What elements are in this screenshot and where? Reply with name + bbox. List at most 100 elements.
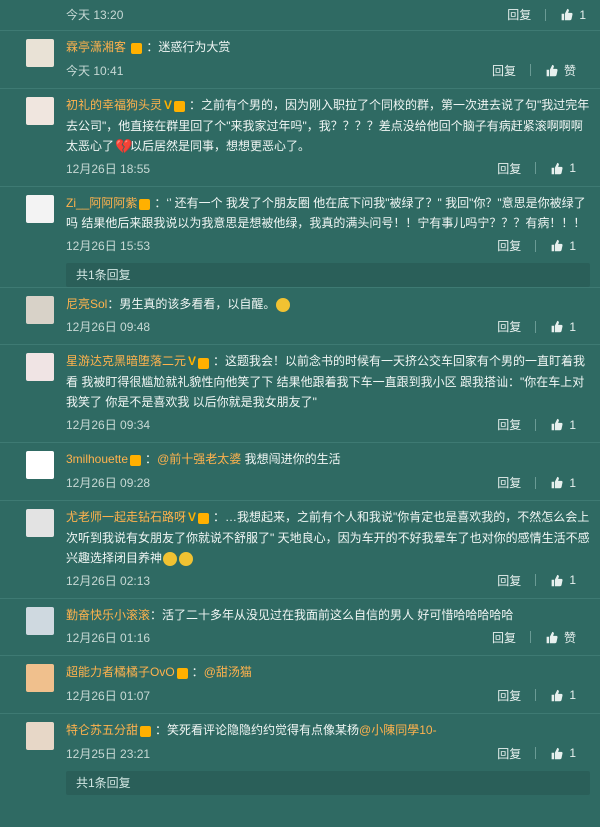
- username[interactable]: 尼亮Sol: [66, 297, 107, 311]
- like-button[interactable]: 1: [560, 8, 586, 22]
- vip-badge-icon: [140, 721, 153, 741]
- like-button[interactable]: 赞: [545, 629, 576, 646]
- comment-item: 勤奋快乐小滚滚：活了二十多年从没见过在我面前这么自信的男人 好可惜哈哈哈哈哈 1…: [0, 597, 600, 655]
- mention-link[interactable]: @前十强老太婆: [157, 452, 241, 466]
- comment-meta: 12月26日 09:48 回复 1: [66, 318, 590, 338]
- like-count: 1: [569, 573, 576, 588]
- comment-body: 男生真的该多看看，以自醒。: [119, 297, 276, 312]
- reply-button[interactable]: 回复: [497, 237, 521, 254]
- comment-item: 超能力者橘橘子OvO ：@甜汤猫 12月26日 01:07 回复 1: [0, 654, 600, 713]
- comment-text: 特仑苏五分甜 ：笑死看评论隐隐约约觉得有点像某杨@小陳同學10-: [66, 720, 590, 741]
- avatar[interactable]: [26, 96, 54, 125]
- comment-text: Zi__阿阿阿紫 ：‘’ 还有一个 我发了个朋友圈 他在底下问我"被绿了？" 我回…: [66, 193, 590, 234]
- comment-meta: 12月26日 18:55 回复 1: [66, 160, 590, 180]
- vip-badge-icon: [198, 508, 211, 528]
- expand-replies-button[interactable]: 共1条回复: [66, 263, 590, 288]
- like-button[interactable]: 1: [550, 418, 576, 432]
- comment-text: 尤老师一起走钻石路呀 V ：…我想起来，之前有个人和我说"你肯定也是喜欢我的，不然怎…: [66, 507, 590, 568]
- reply-button[interactable]: 回复: [497, 318, 521, 335]
- like-count: 1: [569, 688, 576, 703]
- like-button[interactable]: 1: [550, 573, 576, 587]
- comment-text: 星游达克黑暗堕落二元 V ：这题我会！以前念书的时候有一天挤公交车回家有个男的一直盯…: [66, 351, 590, 412]
- avatar[interactable]: [26, 721, 54, 750]
- thumbs-up-icon: [561, 8, 573, 21]
- reply-button[interactable]: 回复: [492, 629, 516, 646]
- like-count: 1: [569, 746, 576, 761]
- reply-button[interactable]: 回复: [497, 745, 521, 762]
- avatar[interactable]: [26, 663, 54, 692]
- like-button[interactable]: 1: [550, 476, 576, 490]
- username[interactable]: 星游达克黑暗堕落二元: [66, 354, 186, 368]
- comment-page: { "header_row": { "time": "今天 13:20", "r…: [0, 0, 600, 827]
- like-button[interactable]: 1: [550, 688, 576, 702]
- action-separator: [535, 320, 537, 333]
- thumbs-up-icon: [551, 240, 563, 252]
- like-button[interactable]: 1: [550, 746, 576, 760]
- mention-link[interactable]: @小陳同學10-: [359, 723, 437, 737]
- comment-meta: 12月26日 01:16 回复 赞: [66, 629, 590, 649]
- avatar[interactable]: [26, 353, 54, 382]
- comment-actions: 回复 赞: [492, 629, 576, 646]
- comment-actions: 回复 1: [497, 416, 576, 433]
- comment-text: 尼亮Sol：男生真的该多看看，以自醒。: [66, 294, 590, 314]
- broken-heart-icon: 💔: [115, 138, 133, 155]
- reply-button[interactable]: 回复: [497, 474, 521, 491]
- username[interactable]: 超能力者橘橘子OvO: [66, 665, 175, 679]
- top-partial-row: 今天 13:20 回复 1: [0, 0, 600, 30]
- vip-badge-icon: [174, 96, 187, 116]
- comment-item: 尼亮Sol：男生真的该多看看，以自醒。 12月26日 09:48 回复 1: [0, 287, 600, 344]
- timestamp: 12月26日 02:13: [66, 573, 151, 588]
- comment-actions: 回复 1: [497, 572, 576, 589]
- avatar[interactable]: [26, 451, 54, 480]
- timestamp: 12月26日 01:16: [66, 630, 151, 645]
- verified-v-icon: V: [164, 97, 173, 112]
- like-count: 1: [569, 238, 576, 253]
- like-button[interactable]: 1: [550, 161, 576, 175]
- action-separator: [535, 689, 537, 702]
- sleepy-face-icon: [163, 551, 178, 566]
- username[interactable]: 尤老师一起走钻石路呀: [66, 510, 186, 524]
- verified-v-icon: V: [188, 354, 197, 369]
- comment-body: 活了二十多年从没见过在我面前这么自信的男人 好可惜哈哈哈哈哈: [162, 607, 514, 622]
- username[interactable]: Zi__阿阿阿紫: [66, 196, 137, 210]
- top-meta: 今天 13:20 回复 1: [66, 6, 600, 30]
- avatar[interactable]: [26, 296, 54, 325]
- thumbs-up-icon: [551, 476, 563, 489]
- comment-meta: 12月26日 15:53 回复 1: [66, 237, 590, 257]
- comment-item: 星游达克黑暗堕落二元 V ：这题我会！以前念书的时候有一天挤公交车回家有个男的一直盯…: [0, 344, 600, 442]
- sleepy-face-icon: [179, 551, 194, 566]
- comment-body: 我想闯进你的生活: [241, 452, 341, 467]
- username[interactable]: 特仑苏五分甜: [66, 723, 138, 737]
- reply-button[interactable]: 回复: [497, 416, 521, 433]
- like-count: 1: [569, 475, 576, 490]
- like-button[interactable]: 赞: [545, 62, 576, 79]
- comment-item: 霖亭潇湘客 ：迷惑行为大赏 今天 10:41 回复 赞: [0, 30, 600, 88]
- like-label: 赞: [563, 630, 576, 645]
- like-count: 1: [569, 417, 576, 432]
- comment-body: 笑死看评论隐隐约约觉得有点像某杨: [167, 722, 360, 737]
- mention-link[interactable]: @甜汤猫: [204, 665, 252, 679]
- comment-meta: 12月25日 23:21 回复 1: [66, 745, 590, 765]
- avatar[interactable]: [26, 509, 54, 538]
- like-button[interactable]: 1: [550, 239, 576, 253]
- thumbs-up-icon: [546, 631, 558, 644]
- expand-replies-button[interactable]: 共1条回复: [66, 770, 590, 795]
- reply-button[interactable]: 回复: [497, 160, 521, 177]
- comment-item: 初礼的幸福狗头灵 V ：之前有个男的，因为刚入职拉了个同校的群，第一次进去说了句"我…: [0, 87, 600, 186]
- reply-button[interactable]: 回复: [497, 687, 521, 704]
- like-count: 1: [579, 7, 586, 22]
- reply-button[interactable]: 回复: [497, 572, 521, 589]
- comment-actions: 回复 1: [497, 745, 576, 762]
- like-button[interactable]: 1: [550, 320, 576, 334]
- reply-button[interactable]: 回复: [492, 62, 516, 79]
- action-separator: [529, 631, 531, 644]
- reply-button[interactable]: 回复: [507, 6, 531, 23]
- username[interactable]: 勤奋快乐小滚滚: [66, 608, 150, 622]
- comment-actions: 回复 赞: [492, 62, 576, 79]
- avatar[interactable]: [26, 606, 54, 635]
- username[interactable]: 3milhouette: [66, 452, 128, 466]
- username[interactable]: 初礼的幸福狗头灵: [66, 98, 162, 112]
- avatar[interactable]: [26, 39, 54, 67]
- username[interactable]: 霖亭潇湘客: [66, 40, 126, 54]
- avatar[interactable]: [26, 194, 54, 223]
